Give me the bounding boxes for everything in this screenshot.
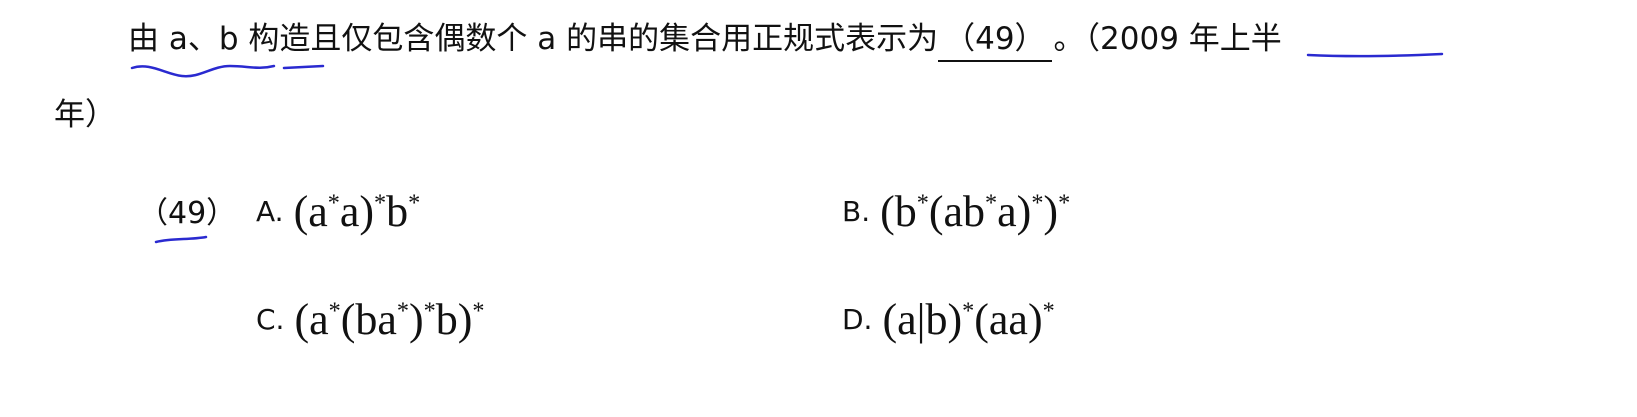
option-group-number: （49）	[138, 196, 237, 231]
question-stem: 由 a、b 构造且仅包含偶数个 a 的串的集合用正规式表示为	[128, 21, 939, 57]
option-c: C. (a*(ba*)*b)*	[256, 294, 485, 345]
option-a-letter: A.	[256, 195, 284, 228]
short-underline-ink	[282, 64, 325, 70]
option-b-formula: (b*(ab*a)*)*	[880, 187, 1071, 236]
question-line-2: 年）	[54, 97, 116, 133]
option-c-letter: C.	[256, 303, 285, 336]
question-line-1: 由 a、b 构造且仅包含偶数个 a 的串的集合用正规式表示为 （49） 。（2009…	[128, 18, 1282, 62]
option-d-formula: (a|b)*(aa)*	[882, 295, 1055, 344]
wavy-underline-ink	[130, 64, 276, 78]
option-c-formula: (a*(ba*)*b)*	[294, 295, 485, 344]
option-a-formula: (a*a)*b*	[293, 187, 421, 236]
question-source: 。（2009 年上半	[1053, 21, 1282, 57]
number-underline-ink	[154, 235, 208, 244]
option-d: D. (a|b)*(aa)*	[842, 294, 1055, 345]
year-underline-ink	[1306, 52, 1444, 58]
option-b-letter: B.	[842, 195, 871, 228]
option-b: B. (b*(ab*a)*)*	[842, 186, 1070, 237]
option-a: A. (a*a)*b*	[256, 186, 420, 237]
answer-blank: （49）	[938, 18, 1052, 62]
option-d-letter: D.	[842, 303, 873, 336]
handwritten-annotations	[130, 52, 1444, 244]
